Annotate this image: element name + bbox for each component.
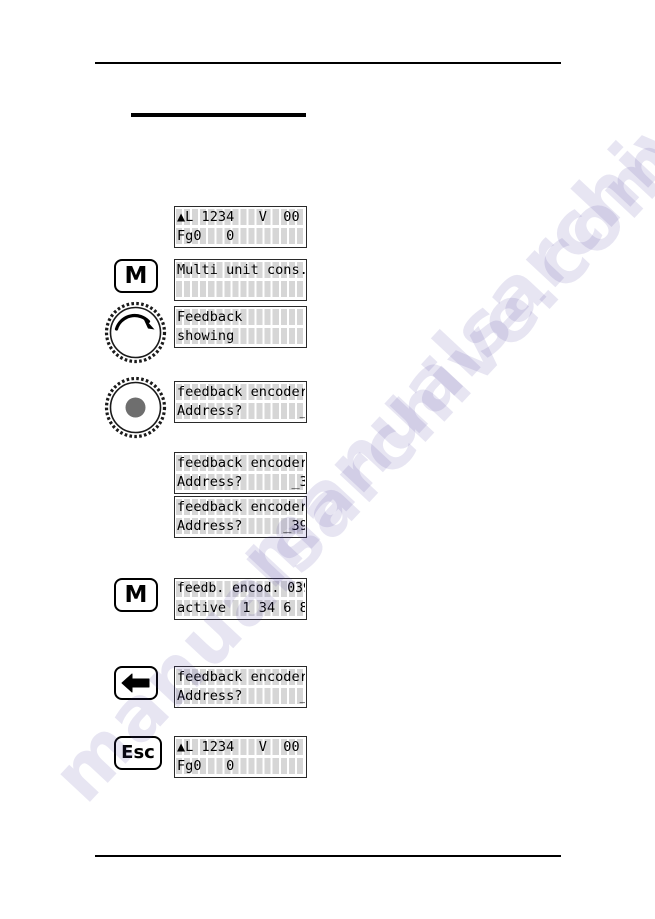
lcd-line-1: feedback encoder [176,383,305,402]
lcd-line-2-text: Address? _39 [177,518,305,534]
lcd-line-1-text: feedback encoder [177,384,305,400]
lcd-display: feedback encoder Address? _ [174,381,307,423]
lcd-display: feedback encoder Address? _3 [174,452,307,494]
lcd-line-2-text: active 1 34 6 8 [177,600,305,616]
key-m-button[interactable]: M [114,259,158,293]
lcd-line-1-text: ▲L 1234 V 00 [177,739,300,755]
lcd-line-2-text: showing [177,328,305,344]
lcd-line-1-text: feedb. encod. 039 [177,581,305,596]
rotary-knob-press-icon [104,376,167,439]
back-arrow-glyph [121,673,150,693]
lcd-line-1-text: feedback encoder [177,669,305,685]
lcd-display: Multi unit cons. [174,259,307,301]
section-heading-underline [131,113,306,117]
key-esc-icon: Esc [121,742,155,763]
lcd-line-1: ▲L 1234 V 00 [176,208,305,227]
lcd-line-2: Address? _ [176,687,305,706]
lcd-line-1-text: feedback encoder [177,455,305,471]
lcd-line-2-text: Address? _ [177,403,305,419]
lcd-line-2 [176,280,305,299]
lcd-line-1: feedb. encod. 039 [176,580,305,599]
rotary-knob-turn-button[interactable] [104,301,167,364]
lcd-line-1: Feedback [176,308,305,327]
lcd-line-1: feedback encoder [176,454,305,473]
lcd-line-1-text: ▲L 1234 V 00 [177,209,300,225]
lcd-line-2: showing [176,327,305,346]
key-esc-button[interactable]: Esc [114,736,162,770]
page-footer-rule [95,855,561,857]
lcd-display: feedback encoder Address? _39 [174,496,307,538]
key-back-arrow-icon [121,673,150,693]
lcd-display: ▲L 1234 V 00 Fg0 0 [174,206,307,248]
lcd-display: Feedback showing [174,306,307,348]
lcd-line-1: feedback encoder [176,498,305,517]
key-back-button[interactable] [114,666,158,700]
lcd-line-2: Address? _3 [176,473,305,492]
page-header-rule [95,62,561,64]
lcd-display: ▲L 1234 V 00 Fg0 0 [174,736,307,778]
rotary-knob-turn-icon [104,301,167,364]
lcd-line-2-text: Address? _3 [177,474,305,490]
lcd-line-1: feedback encoder [176,668,305,687]
page-watermark: manualsarchive.com manualsarchive.com [0,0,655,919]
lcd-line-2-text: Fg0 0 [177,758,305,774]
lcd-line-2: active 1 34 6 8 [176,599,305,618]
lcd-line-1: Multi unit cons. [176,261,305,280]
lcd-line-1: ▲L 1234 V 00 [176,738,305,757]
lcd-line-1-text: Feedback [177,309,305,325]
lcd-line-2: Address? _39 [176,517,305,536]
lcd-line-2: Address? _ [176,402,305,421]
lcd-line-1-text: feedback encoder [177,499,305,515]
lcd-line-2-text: Address? _ [177,688,305,704]
rotary-knob-press-button[interactable] [104,376,167,439]
key-m-icon: M [124,581,148,608]
key-m-icon: M [124,262,148,289]
lcd-display: feedb. encod. 039 active 1 34 6 8 [174,578,307,620]
lcd-line-2: Fg0 0 [176,757,305,776]
lcd-line-2-text: Fg0 0 [177,228,305,244]
lcd-line-2: Fg0 0 [176,227,305,246]
knob-press-center-dot [125,397,146,418]
lcd-line-2-text [177,281,305,297]
key-m-button[interactable]: M [114,578,158,612]
lcd-line-1-text: Multi unit cons. [177,262,305,278]
lcd-display: feedback encoder Address? _ [174,666,307,708]
watermark-line-2: manualsarchive.com [36,119,655,819]
